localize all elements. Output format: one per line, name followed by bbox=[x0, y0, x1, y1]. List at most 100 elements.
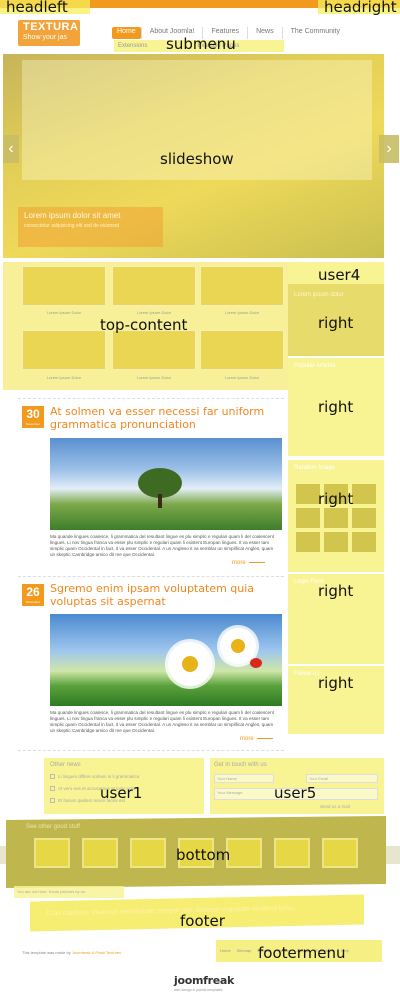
slideshow-caption: Lorem ipsum dolor sit amet consectetur a… bbox=[18, 207, 163, 247]
top-thumb-2[interactable] bbox=[112, 266, 196, 306]
credits-suffix[interactable]: & Pixeli Textures bbox=[92, 950, 122, 955]
article-title[interactable]: Sgremo enim ipsam voluptatem quia volupt… bbox=[50, 582, 286, 608]
footer-menu-item[interactable]: Sitemap bbox=[237, 948, 252, 953]
article-date-badge: 26 November bbox=[22, 584, 44, 606]
slide-caption-text: consectetur adipisicing elit sed do eius… bbox=[24, 223, 120, 229]
article-month: November bbox=[26, 600, 40, 604]
gallery-thumb[interactable] bbox=[296, 532, 320, 552]
top-thumb-caption: Lorem Ipsum Dolor bbox=[224, 375, 259, 380]
top-thumb-6[interactable] bbox=[200, 330, 284, 370]
top-thumb-caption: Lorem Ipsum Dolor bbox=[136, 310, 171, 315]
tree-trunk bbox=[158, 494, 162, 508]
bottom-tile[interactable] bbox=[82, 838, 118, 868]
right-box-3-title: Random Image bbox=[294, 465, 336, 471]
footer-menu-item[interactable]: Home bbox=[220, 948, 231, 953]
gallery-thumb[interactable] bbox=[324, 532, 348, 552]
send-mail-button[interactable]: Send us a mail bbox=[320, 804, 350, 809]
footermenu-label: footermenu bbox=[258, 944, 346, 962]
joomfreak-tagline: web design & joomla templates bbox=[174, 988, 223, 992]
menu-item-community[interactable]: The Community bbox=[281, 27, 348, 39]
logo-tagline: Show your jas bbox=[23, 34, 67, 41]
gallery-thumb[interactable] bbox=[296, 508, 320, 528]
daisy-center bbox=[182, 656, 198, 672]
credits-brand-link[interactable]: Joomfreak bbox=[72, 950, 91, 955]
user1-label: user1 bbox=[100, 784, 143, 802]
name-field[interactable]: Your Name bbox=[214, 774, 274, 783]
slideshow-label: slideshow bbox=[160, 150, 234, 168]
slideshow-prev-arrow-icon[interactable]: ‹ bbox=[3, 135, 19, 163]
submenu-item-extensions[interactable]: Extensions bbox=[118, 40, 147, 52]
top-thumb-5[interactable] bbox=[112, 330, 196, 370]
footer-note: You are not here. Some pictures by us. bbox=[14, 886, 124, 898]
gallery-thumb[interactable] bbox=[352, 532, 376, 552]
menu-item-news[interactable]: News bbox=[247, 27, 282, 39]
gallery-thumb[interactable] bbox=[296, 484, 320, 504]
top-thumb-caption: Lorem Ipsum Dolor bbox=[46, 310, 81, 315]
top-thumb-caption: Lorem Ipsum Dolor bbox=[224, 310, 259, 315]
right-box-1-title: Lorem ipsum dolor bbox=[294, 292, 344, 298]
logo-title: TEXTURA bbox=[23, 21, 79, 33]
contact-title: Get in touch with us bbox=[214, 762, 267, 768]
top-thumb-caption: Lorem Ipsum Dolor bbox=[46, 375, 81, 380]
right-label: right bbox=[318, 582, 354, 600]
bottom-tile[interactable] bbox=[322, 838, 358, 868]
gallery-thumb[interactable] bbox=[324, 508, 348, 528]
slide-caption-title: Lorem ipsum dolor sit amet bbox=[24, 211, 121, 220]
article-date-badge: 30 November bbox=[22, 406, 44, 428]
arrow-right-icon bbox=[248, 561, 265, 563]
top-thumb-4[interactable] bbox=[22, 330, 106, 370]
credits-prefix: This template was made by bbox=[22, 950, 71, 955]
gallery-thumb[interactable] bbox=[352, 484, 376, 504]
top-thumb-1[interactable] bbox=[22, 266, 106, 306]
site-logo[interactable]: TEXTURA Show your jas bbox=[18, 20, 80, 46]
right-label: right bbox=[318, 674, 354, 692]
bottom-tile[interactable] bbox=[226, 838, 262, 868]
checkbox-icon bbox=[50, 774, 55, 780]
ladybug bbox=[250, 658, 262, 668]
user5-label: user5 bbox=[274, 784, 317, 802]
article-text: Ma quande lingues coalesce, li grammatic… bbox=[50, 534, 274, 557]
bottom-tile[interactable] bbox=[274, 838, 310, 868]
menu-item-home[interactable]: Home bbox=[112, 27, 141, 39]
footer-label: footer bbox=[180, 912, 225, 930]
read-more-label: more bbox=[232, 560, 246, 566]
gallery-thumb[interactable] bbox=[352, 508, 376, 528]
article-day: 30 bbox=[26, 407, 40, 421]
top-thumb-3[interactable] bbox=[200, 266, 284, 306]
right-label: right bbox=[318, 490, 354, 508]
read-more-link[interactable]: more bbox=[240, 736, 273, 742]
divider bbox=[18, 398, 284, 399]
user4-label: user4 bbox=[318, 266, 361, 284]
arrow-right-icon bbox=[256, 737, 273, 739]
bottom-tile[interactable] bbox=[34, 838, 70, 868]
article-image-daisies bbox=[50, 614, 282, 706]
article-month: November bbox=[26, 422, 40, 426]
other-news-title: Other news bbox=[50, 762, 81, 768]
top-content-label: top-content bbox=[100, 316, 188, 334]
article-image-tree bbox=[50, 438, 282, 530]
article-day: 26 bbox=[26, 585, 40, 599]
daisy-center bbox=[231, 639, 245, 653]
divider bbox=[18, 576, 284, 577]
submenu-label: submenu bbox=[166, 35, 236, 53]
news-item-label: Li lingues differe solmen in li grammati… bbox=[58, 774, 140, 779]
template-credits: This template was made by Joomfreak & Pi… bbox=[22, 950, 121, 955]
article-title[interactable]: At solmen va esser necessi far uniform g… bbox=[50, 405, 286, 431]
right-label: right bbox=[318, 314, 354, 332]
right-label: right bbox=[318, 398, 354, 416]
right-box-2-title: Popular Articles bbox=[294, 363, 336, 369]
read-more-label: more bbox=[240, 736, 254, 742]
bottom-tile[interactable] bbox=[130, 838, 166, 868]
news-item[interactable]: Li lingues differe solmen in li grammati… bbox=[50, 774, 140, 780]
divider bbox=[18, 750, 284, 751]
slideshow-next-arrow-icon[interactable]: › bbox=[379, 135, 399, 163]
bottom-title: See other good stuff bbox=[26, 824, 80, 830]
article-text: Ma quande lingues coalesce, li grammatic… bbox=[50, 710, 274, 733]
headleft-label: headleft bbox=[6, 0, 68, 16]
bottom-label: bottom bbox=[176, 846, 231, 864]
checkbox-icon bbox=[50, 798, 55, 804]
read-more-link[interactable]: more bbox=[232, 560, 265, 566]
top-thumb-caption: Lorem Ipsum Dolor bbox=[136, 375, 171, 380]
joomfreak-logo[interactable]: joomfreak bbox=[174, 974, 234, 987]
email-field[interactable]: Your Email bbox=[306, 774, 378, 783]
